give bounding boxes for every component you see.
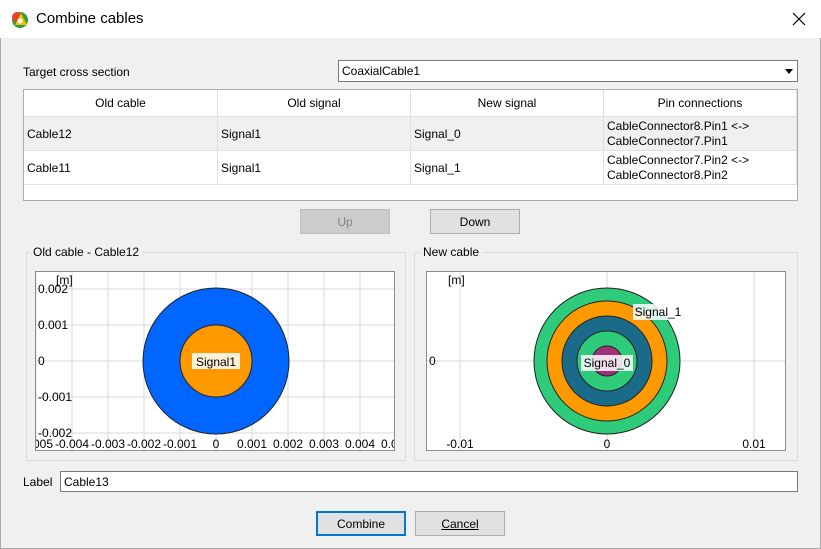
signal-label: Signal_1 [635, 305, 682, 319]
up-button[interactable]: Up [300, 209, 390, 234]
cancel-button[interactable]: Cancel [415, 511, 505, 536]
column-header-old-signal[interactable]: Old signal [218, 90, 411, 117]
x-tick-label: 0.001 [237, 437, 267, 451]
x-tick-label: 0 [604, 437, 611, 451]
cell-old-cable: Cable12 [24, 117, 218, 151]
x-tick-label: 0 [213, 437, 220, 451]
x-tick-label: 0.003 [309, 437, 339, 451]
cell-pin-connections: CableConnector7.Pin2 <-> CableConnector8… [604, 151, 797, 185]
down-button[interactable]: Down [430, 209, 520, 234]
x-tick-label: -0.01 [446, 437, 474, 451]
close-button[interactable] [786, 8, 812, 30]
x-tick-label: -0.005 [36, 437, 53, 451]
close-icon [792, 12, 806, 26]
cell-old-cable: Cable11 [24, 151, 218, 185]
old-cable-plot[interactable]: Signal1 [m] 0.002 0.001 0 -0.001 -0.002 … [35, 271, 395, 451]
x-tick-label: 0.01 [742, 437, 766, 451]
app-logo-icon [12, 12, 28, 28]
column-header-pin-connections[interactable]: Pin connections [604, 90, 797, 117]
target-cross-section-value: CoaxialCable1 [342, 64, 421, 78]
y-tick-label: 0 [38, 354, 45, 368]
cell-old-signal: Signal1 [218, 117, 411, 151]
column-header-new-signal[interactable]: New signal [411, 90, 604, 117]
pin-connection-line: CableConnector7.Pin2 <-> [607, 153, 750, 167]
y-tick-label: 0.002 [38, 282, 68, 296]
column-header-old-cable[interactable]: Old cable [24, 90, 218, 117]
x-tick-label: 0.005 [381, 437, 395, 451]
x-tick-label: 0.002 [273, 437, 303, 451]
cell-new-signal[interactable]: Signal_0 [411, 117, 604, 151]
label-field-label: Label [23, 475, 53, 489]
y-tick-label: 0 [429, 354, 436, 368]
pin-connection-line: CableConnector7.Pin1 [607, 134, 728, 148]
label-input-value: Cable13 [64, 475, 109, 489]
old-cable-group-title: Old cable - Cable12 [30, 245, 143, 259]
pin-connection-line: CableConnector8.Pin1 <-> [607, 119, 750, 133]
y-tick-label: -0.001 [38, 390, 72, 404]
new-cable-plot-canvas: Signal_1 Signal_0 [m] 0 -0.01 0 0.01 [427, 272, 785, 451]
window-title: Combine cables [36, 10, 144, 27]
cell-new-signal[interactable]: Signal_1 [411, 151, 604, 185]
target-cross-section-select[interactable]: CoaxialCable1 [338, 60, 798, 82]
pin-connection-line: CableConnector8.Pin2 [607, 168, 728, 182]
x-tick-label: -0.001 [163, 437, 197, 451]
table-row[interactable]: Cable11 Signal1 Signal_1 CableConnector7… [24, 151, 797, 185]
old-cable-plot-canvas: Signal1 [m] 0.002 0.001 0 -0.001 -0.002 … [36, 272, 395, 451]
table-row[interactable]: Cable12 Signal1 Signal_0 CableConnector8… [24, 117, 797, 151]
x-tick-label: -0.004 [55, 437, 89, 451]
x-tick-label: -0.003 [91, 437, 125, 451]
unit-label: [m] [448, 273, 465, 287]
target-cross-section-label: Target cross section [23, 65, 130, 79]
new-cable-group-title: New cable [420, 245, 483, 259]
signal-label: Signal_0 [584, 356, 631, 370]
combine-button[interactable]: Combine [316, 511, 406, 536]
signal-label: Signal1 [196, 355, 236, 369]
label-input[interactable]: Cable13 [60, 471, 798, 492]
y-tick-label: 0.001 [38, 318, 68, 332]
x-tick-label: -0.002 [127, 437, 161, 451]
x-tick-label: 0.004 [345, 437, 375, 451]
cable-table: Old cable Old signal New signal Pin conn… [23, 89, 798, 201]
cell-old-signal: Signal1 [218, 151, 411, 185]
new-cable-plot[interactable]: Signal_1 Signal_0 [m] 0 -0.01 0 0.01 [426, 271, 786, 451]
cell-pin-connections: CableConnector8.Pin1 <-> CableConnector7… [604, 117, 797, 151]
title-bar: Combine cables [0, 0, 821, 38]
chevron-down-icon [785, 69, 793, 74]
